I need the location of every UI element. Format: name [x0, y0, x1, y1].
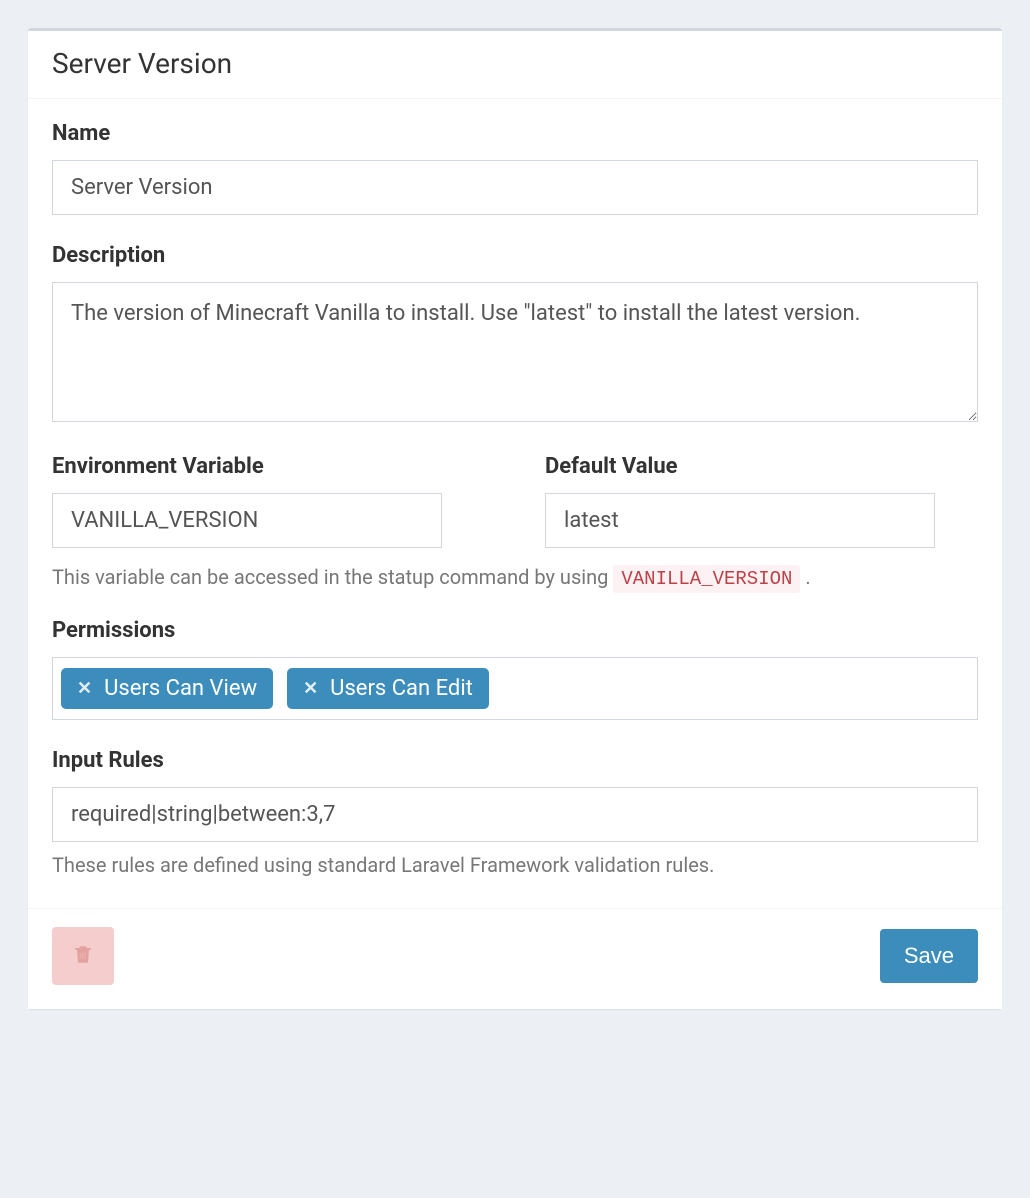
- input-rules-input[interactable]: [52, 787, 978, 842]
- default-value-input[interactable]: [545, 493, 935, 548]
- env-var-input[interactable]: [52, 493, 442, 548]
- permission-chip-edit[interactable]: ✕ Users Can Edit: [287, 668, 489, 709]
- save-button[interactable]: Save: [880, 929, 978, 983]
- permission-chip-label: Users Can Edit: [330, 676, 473, 701]
- permission-chip-label: Users Can View: [104, 676, 257, 701]
- permissions-label: Permissions: [52, 618, 978, 643]
- env-var-group: Environment Variable: [52, 454, 485, 548]
- name-input[interactable]: [52, 160, 978, 215]
- panel-footer: Save: [28, 908, 1002, 1009]
- description-label: Description: [52, 243, 978, 268]
- input-rules-help: These rules are defined using standard L…: [52, 850, 978, 880]
- description-textarea[interactable]: The version of Minecraft Vanilla to inst…: [52, 282, 978, 422]
- close-icon[interactable]: ✕: [77, 678, 92, 699]
- input-rules-label: Input Rules: [52, 748, 978, 773]
- env-var-label: Environment Variable: [52, 454, 485, 479]
- name-label: Name: [52, 121, 978, 146]
- env-default-row: Environment Variable Default Value: [52, 454, 978, 548]
- name-group: Name: [52, 121, 978, 215]
- permission-chip-view[interactable]: ✕ Users Can View: [61, 668, 273, 709]
- panel-header: Server Version: [28, 31, 1002, 99]
- env-help-text: This variable can be accessed in the sta…: [52, 562, 978, 594]
- default-value-label: Default Value: [545, 454, 978, 479]
- env-help-prefix: This variable can be accessed in the sta…: [52, 565, 613, 589]
- permissions-box[interactable]: ✕ Users Can View ✕ Users Can Edit: [52, 657, 978, 720]
- default-value-group: Default Value: [545, 454, 978, 548]
- env-help-suffix: .: [800, 565, 810, 589]
- panel-body: Name Description The version of Minecraf…: [28, 99, 1002, 908]
- permissions-group: Permissions ✕ Users Can View ✕ Users Can…: [52, 618, 978, 720]
- delete-button[interactable]: [52, 927, 114, 985]
- description-group: Description The version of Minecraft Van…: [52, 243, 978, 426]
- close-icon[interactable]: ✕: [303, 678, 318, 699]
- input-rules-group: Input Rules These rules are defined usin…: [52, 748, 978, 880]
- env-help-code: VANILLA_VERSION: [613, 565, 800, 593]
- panel-title: Server Version: [52, 47, 978, 80]
- server-version-panel: Server Version Name Description The vers…: [28, 28, 1002, 1009]
- trash-icon: [72, 942, 94, 969]
